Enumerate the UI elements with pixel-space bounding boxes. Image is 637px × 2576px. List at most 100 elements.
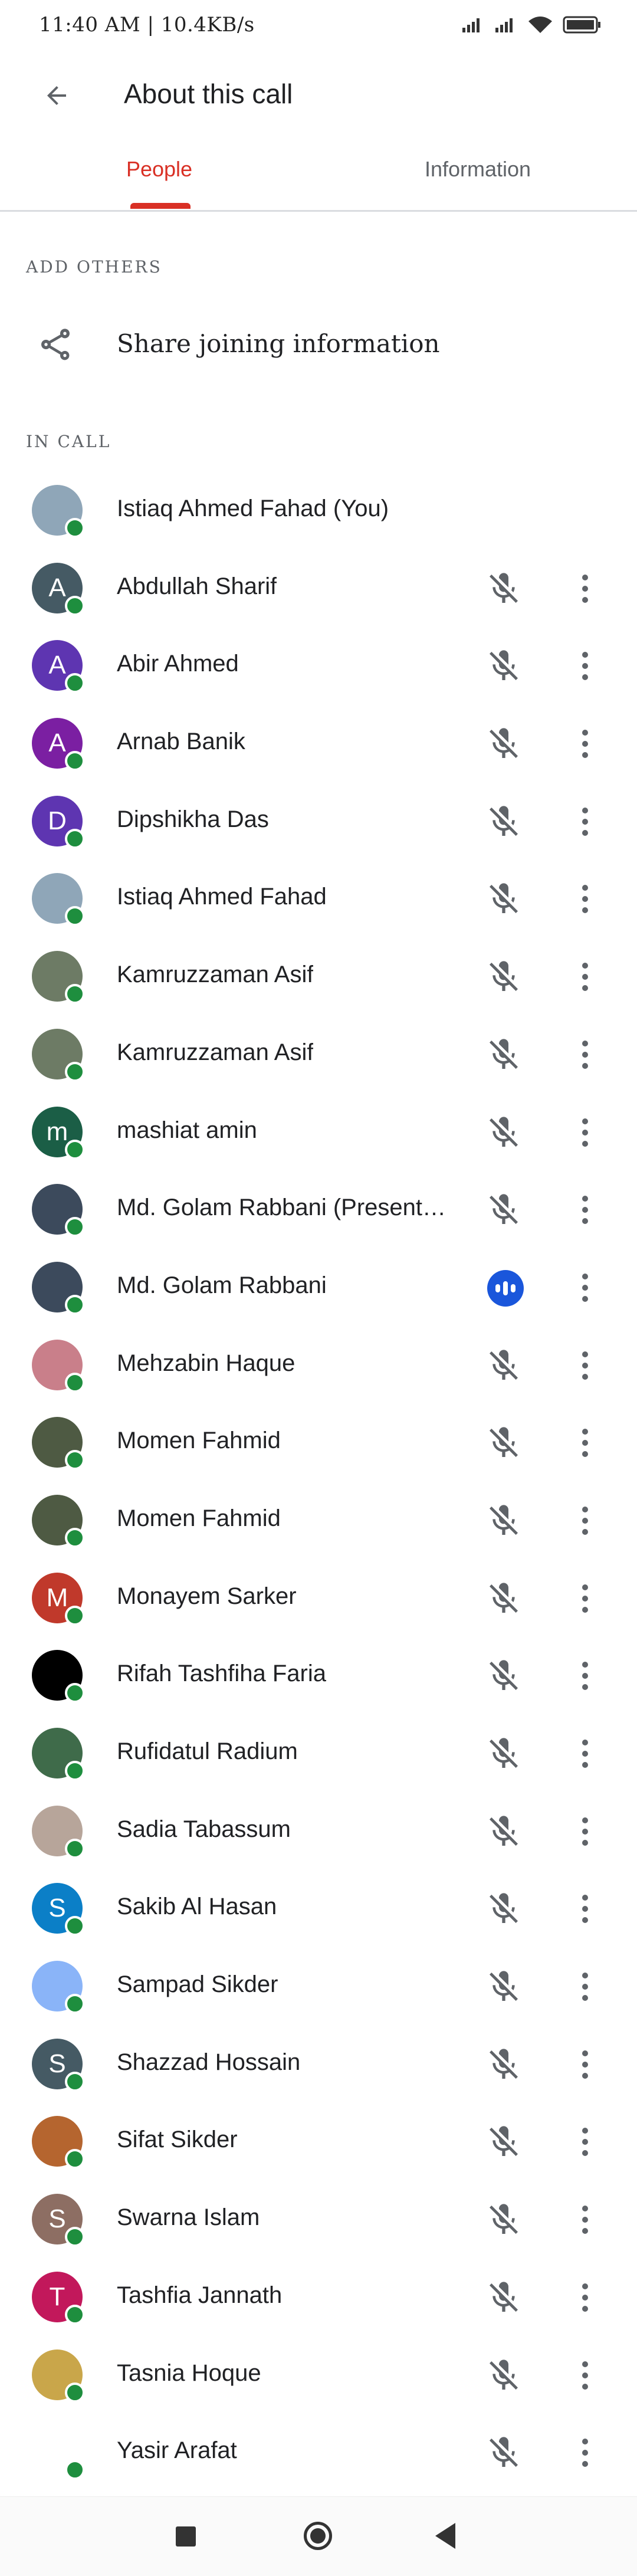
participant-row[interactable]: S Shazzad Hossain	[0, 2026, 637, 2104]
presence-indicator	[65, 1294, 85, 1315]
participant-row[interactable]: D Dipshikha Das	[0, 783, 637, 861]
more-options-icon[interactable]	[566, 725, 604, 763]
participant-row[interactable]: T Tashfia Jannath	[0, 2259, 637, 2337]
recent-apps-button[interactable]	[176, 2526, 196, 2547]
presence-indicator	[65, 1916, 85, 1937]
participant-row[interactable]: Tasnia Hoque	[0, 2337, 637, 2414]
participant-row[interactable]: Mehzabin Haque	[0, 1327, 637, 1405]
more-options-icon[interactable]	[566, 1502, 604, 1540]
more-options-icon[interactable]	[566, 1735, 604, 1773]
avatar-initial: M	[46, 1583, 68, 1612]
participant-row[interactable]: S Sakib Al Hasan	[0, 1870, 637, 1948]
participant-row[interactable]: Kamruzzaman Asif	[0, 1016, 637, 1094]
participant-row[interactable]: A Abdullah Sharif	[0, 550, 637, 628]
participant-row[interactable]: Momen Fahmid	[0, 1404, 637, 1482]
participant-row[interactable]: Sadia Tabassum	[0, 1793, 637, 1871]
participant-row[interactable]: M Monayem Sarker	[0, 1560, 637, 1638]
presence-indicator	[65, 1217, 85, 1238]
more-options-icon[interactable]	[566, 880, 604, 918]
more-options-icon[interactable]	[566, 803, 604, 841]
app-bar: About this call	[0, 57, 637, 127]
more-options-icon[interactable]	[566, 1424, 604, 1462]
participant-row[interactable]: Rifah Tashfiha Faria	[0, 1637, 637, 1715]
participant-name: Istiaq Ahmed Fahad (You)	[117, 495, 389, 521]
avatar: S	[32, 2194, 85, 2247]
more-options-icon[interactable]	[566, 1191, 604, 1229]
participant-name: Abir Ahmed	[117, 651, 239, 677]
home-button[interactable]	[304, 2522, 332, 2550]
participant-row[interactable]: Istiaq Ahmed Fahad	[0, 860, 637, 938]
more-options-icon[interactable]	[566, 958, 604, 996]
avatar-initial: A	[48, 651, 66, 680]
more-options-icon[interactable]	[566, 2279, 604, 2316]
more-options-icon[interactable]	[566, 2357, 604, 2394]
participant-name: Momen Fahmid	[117, 1505, 281, 1531]
arrow-back-icon	[47, 86, 66, 105]
participant-name: Sadia Tabassum	[117, 1816, 291, 1842]
mic-off-icon	[485, 2434, 523, 2472]
tab-people[interactable]: People	[0, 157, 318, 182]
system-navigation-bar	[0, 2496, 637, 2576]
more-options-icon[interactable]	[566, 1890, 604, 1928]
more-options-icon[interactable]	[566, 2434, 604, 2472]
participant-row[interactable]: S Swarna Islam	[0, 2181, 637, 2259]
presence-indicator	[65, 1683, 85, 1704]
tab-information[interactable]: Information	[318, 157, 637, 182]
participant-row[interactable]: Momen Fahmid	[0, 1482, 637, 1560]
avatar	[32, 2349, 85, 2403]
participant-name: Yasir Arafat	[117, 2437, 237, 2464]
presence-indicator	[65, 595, 85, 616]
more-options-icon[interactable]	[566, 1347, 604, 1384]
speaking-indicator-icon	[487, 1269, 524, 1307]
presence-indicator	[65, 1838, 85, 1859]
more-options-icon[interactable]	[566, 2201, 604, 2239]
more-options-icon[interactable]	[566, 2123, 604, 2161]
status-bar: 11:40 AM | 10.4KB/s	[0, 0, 637, 57]
participant-row[interactable]: m mashiat amin	[0, 1094, 637, 1171]
more-options-icon[interactable]	[566, 647, 604, 685]
presence-indicator	[65, 518, 85, 538]
participant-name: Arnab Banik	[117, 729, 245, 755]
more-options-icon[interactable]	[566, 1813, 604, 1850]
avatar: M	[32, 1572, 85, 1626]
participant-name: mashiat amin	[117, 1117, 257, 1143]
share-icon	[41, 329, 70, 360]
more-options-icon[interactable]	[566, 1657, 604, 1695]
participant-row[interactable]: Md. Golam Rabbani (Presentation)	[0, 1171, 637, 1249]
presence-indicator	[65, 1527, 85, 1548]
participant-name: Md. Golam Rabbani (Presentation)	[117, 1195, 447, 1221]
participant-row[interactable]: Istiaq Ahmed Fahad (You)	[0, 472, 637, 550]
participant-row[interactable]: Sampad Sikder	[0, 1948, 637, 2026]
presence-indicator	[65, 1372, 85, 1393]
presence-indicator	[65, 2382, 85, 2403]
participant-row[interactable]: Sifat Sikder	[0, 2103, 637, 2181]
more-options-icon[interactable]	[566, 1114, 604, 1151]
avatar	[32, 1728, 85, 1781]
share-joining-info-button[interactable]: Share joining information	[0, 313, 637, 372]
mic-off-icon	[485, 1036, 523, 1074]
participant-row[interactable]: A Arnab Banik	[0, 705, 637, 783]
participant-row[interactable]: Yasir Arafat	[0, 2414, 637, 2492]
section-label-in-call: IN CALL	[26, 432, 111, 451]
participant-name: Tashfia Jannath	[117, 2282, 283, 2308]
participant-name: Swarna Islam	[117, 2204, 260, 2231]
more-options-icon[interactable]	[566, 1580, 604, 1617]
avatar	[32, 873, 85, 927]
participant-name: Monayem Sarker	[117, 1583, 297, 1609]
mic-off-icon	[485, 1580, 523, 1617]
participant-row[interactable]: A Abir Ahmed	[0, 627, 637, 705]
more-options-icon[interactable]	[566, 1269, 604, 1307]
participant-name: Istiaq Ahmed Fahad	[117, 884, 327, 910]
system-back-button[interactable]	[435, 2523, 455, 2549]
participant-row[interactable]: Rufidatul Radium	[0, 1715, 637, 1793]
more-options-icon[interactable]	[566, 2046, 604, 2083]
participant-row[interactable]: Kamruzzaman Asif	[0, 938, 637, 1016]
mic-off-icon	[485, 958, 523, 996]
more-options-icon[interactable]	[566, 1036, 604, 1074]
back-button[interactable]	[35, 74, 78, 117]
mic-off-icon	[485, 2123, 523, 2161]
avatar	[32, 1261, 85, 1315]
more-options-icon[interactable]	[566, 1968, 604, 2006]
participant-row[interactable]: Md. Golam Rabbani	[0, 1249, 637, 1327]
more-options-icon[interactable]	[566, 570, 604, 608]
